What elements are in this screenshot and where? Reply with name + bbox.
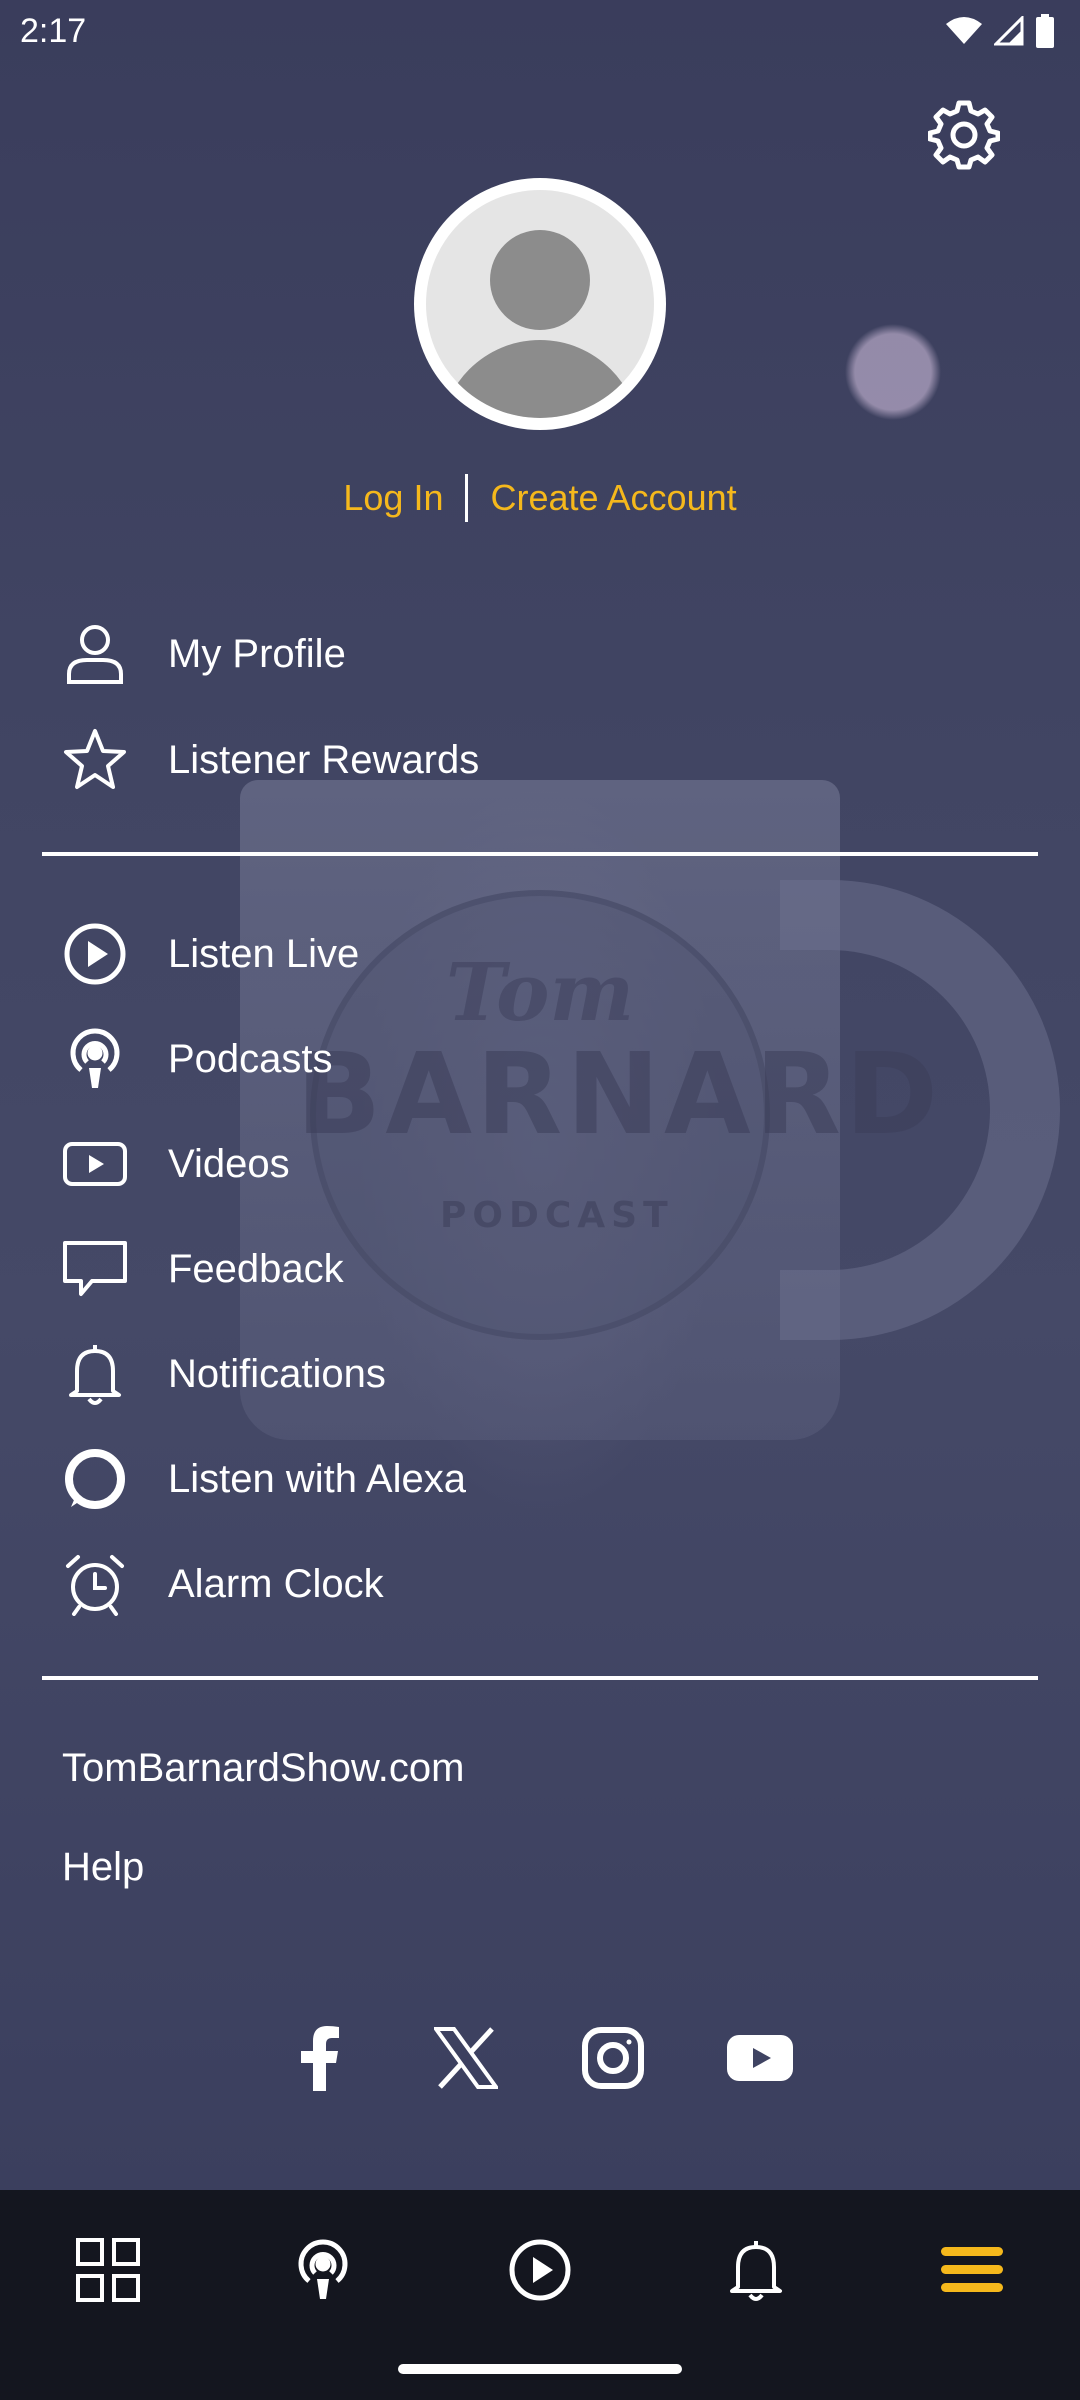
x-icon: [434, 2027, 498, 2089]
menu-label: Listener Rewards: [168, 737, 480, 782]
video-icon: [60, 1129, 130, 1199]
menu-label: Notifications: [168, 1351, 386, 1396]
wifi-icon: [946, 17, 982, 44]
settings-button[interactable]: [927, 100, 1001, 172]
auth-row: Log In Create Account: [0, 470, 1080, 526]
battery-icon: [1036, 14, 1054, 48]
nav-listen-live-button[interactable]: [490, 2220, 590, 2320]
login-link[interactable]: Log In: [343, 477, 443, 519]
menu-label: Listen Live: [168, 931, 360, 976]
menu-label: Feedback: [168, 1246, 344, 1291]
instagram-button[interactable]: [573, 2018, 653, 2098]
grid-icon: [76, 2238, 140, 2302]
menu-label: Videos: [168, 1141, 290, 1186]
chat-bubble-icon: [60, 1234, 130, 1304]
nav-menu-button[interactable]: [922, 2220, 1022, 2320]
status-time: 2:17: [20, 12, 87, 50]
divider: [42, 852, 1038, 856]
podcast-icon: [60, 1024, 130, 1094]
menu-label: Alarm Clock: [168, 1561, 384, 1606]
menu-item-my-profile[interactable]: My Profile: [0, 604, 1080, 704]
menu-item-alarm-clock[interactable]: Alarm Clock: [0, 1534, 1080, 1634]
nav-notifications-button[interactable]: [706, 2220, 806, 2320]
nav-podcasts-button[interactable]: [273, 2220, 373, 2320]
alarm-clock-icon: [60, 1549, 130, 1619]
menu-label: My Profile: [168, 631, 346, 676]
menu-item-feedback[interactable]: Feedback: [0, 1219, 1080, 1319]
gear-icon: [927, 100, 1001, 170]
menu-item-listener-rewards[interactable]: Listener Rewards: [0, 710, 1080, 810]
menu-item-notifications[interactable]: Notifications: [0, 1324, 1080, 1424]
help-link[interactable]: Help: [62, 1845, 144, 1890]
menu-label: Listen with Alexa: [168, 1456, 466, 1501]
signal-icon: [994, 16, 1024, 46]
menu-item-listen-live[interactable]: Listen Live: [0, 904, 1080, 1004]
status-icons: [946, 14, 1054, 48]
create-account-link[interactable]: Create Account: [490, 477, 736, 519]
star-icon: [60, 725, 130, 795]
x-button[interactable]: [426, 2018, 506, 2098]
menu-icon: [941, 2247, 1003, 2292]
person-icon: [60, 619, 130, 689]
instagram-icon: [582, 2027, 644, 2089]
avatar-body: [440, 340, 640, 418]
social-links: [0, 2018, 1080, 2098]
bell-icon: [730, 2241, 782, 2301]
play-circle-icon: [60, 919, 130, 989]
alexa-icon: [60, 1444, 130, 1514]
avatar-placeholder-icon: [426, 190, 654, 418]
auth-separator: [465, 474, 469, 522]
nav-home-button[interactable]: [58, 2220, 158, 2320]
bell-icon: [60, 1339, 130, 1409]
status-bar: 2:17: [0, 0, 1080, 64]
avatar-head: [490, 230, 590, 330]
facebook-button[interactable]: [279, 2018, 359, 2098]
avatar[interactable]: [414, 178, 666, 430]
menu-label: Podcasts: [168, 1036, 333, 1081]
website-link[interactable]: TomBarnardShow.com: [62, 1746, 464, 1791]
menu-item-podcasts[interactable]: Podcasts: [0, 1009, 1080, 1109]
podcast-icon: [298, 2239, 348, 2299]
menu-item-listen-with-alexa[interactable]: Listen with Alexa: [0, 1429, 1080, 1529]
youtube-button[interactable]: [720, 2018, 800, 2098]
home-indicator[interactable]: [398, 2364, 682, 2374]
youtube-icon: [727, 2035, 793, 2081]
facebook-icon: [301, 2026, 339, 2091]
menu-item-videos[interactable]: Videos: [0, 1114, 1080, 1214]
play-circle-icon: [509, 2239, 571, 2301]
divider: [42, 1676, 1038, 1680]
